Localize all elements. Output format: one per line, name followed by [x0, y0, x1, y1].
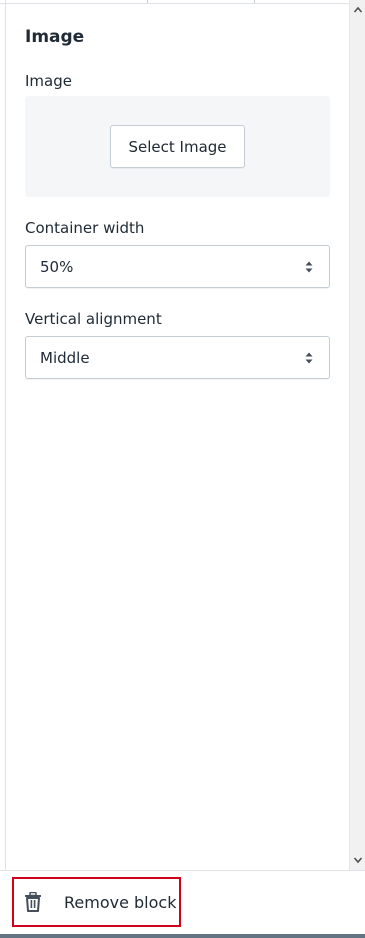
remove-block-button[interactable]: Remove block	[12, 877, 181, 927]
bottom-edge-bar	[0, 934, 365, 938]
select-image-button[interactable]: Select Image	[110, 125, 245, 168]
scroll-down-button[interactable]	[350, 852, 365, 868]
tab-divider	[254, 0, 255, 3]
chevron-up-icon	[353, 6, 363, 13]
remove-block-label: Remove block	[64, 892, 177, 912]
select-caret-icon	[305, 261, 313, 273]
vertical-scrollbar[interactable]	[349, 0, 365, 870]
container-width-select[interactable]: 50%	[25, 245, 330, 288]
image-field-label: Image	[25, 72, 72, 90]
trash-icon	[25, 892, 41, 912]
tab-divider	[147, 0, 148, 3]
section-title: Image	[25, 27, 85, 47]
container-width-value: 50%	[40, 257, 74, 276]
container-width-label: Container width	[25, 219, 145, 237]
vertical-alignment-value: Middle	[40, 348, 90, 367]
select-caret-icon	[305, 352, 313, 364]
vertical-alignment-label: Vertical alignment	[25, 310, 162, 328]
image-picker: Select Image	[25, 96, 330, 197]
panel-left-border	[5, 0, 6, 870]
panel-footer: Remove block	[0, 870, 365, 934]
chevron-down-icon	[353, 857, 363, 864]
top-tab-border	[0, 0, 349, 4]
vertical-alignment-select[interactable]: Middle	[25, 336, 330, 379]
scroll-up-button[interactable]	[350, 2, 365, 18]
block-settings-panel: Image Image Select Image Container width…	[0, 0, 365, 938]
